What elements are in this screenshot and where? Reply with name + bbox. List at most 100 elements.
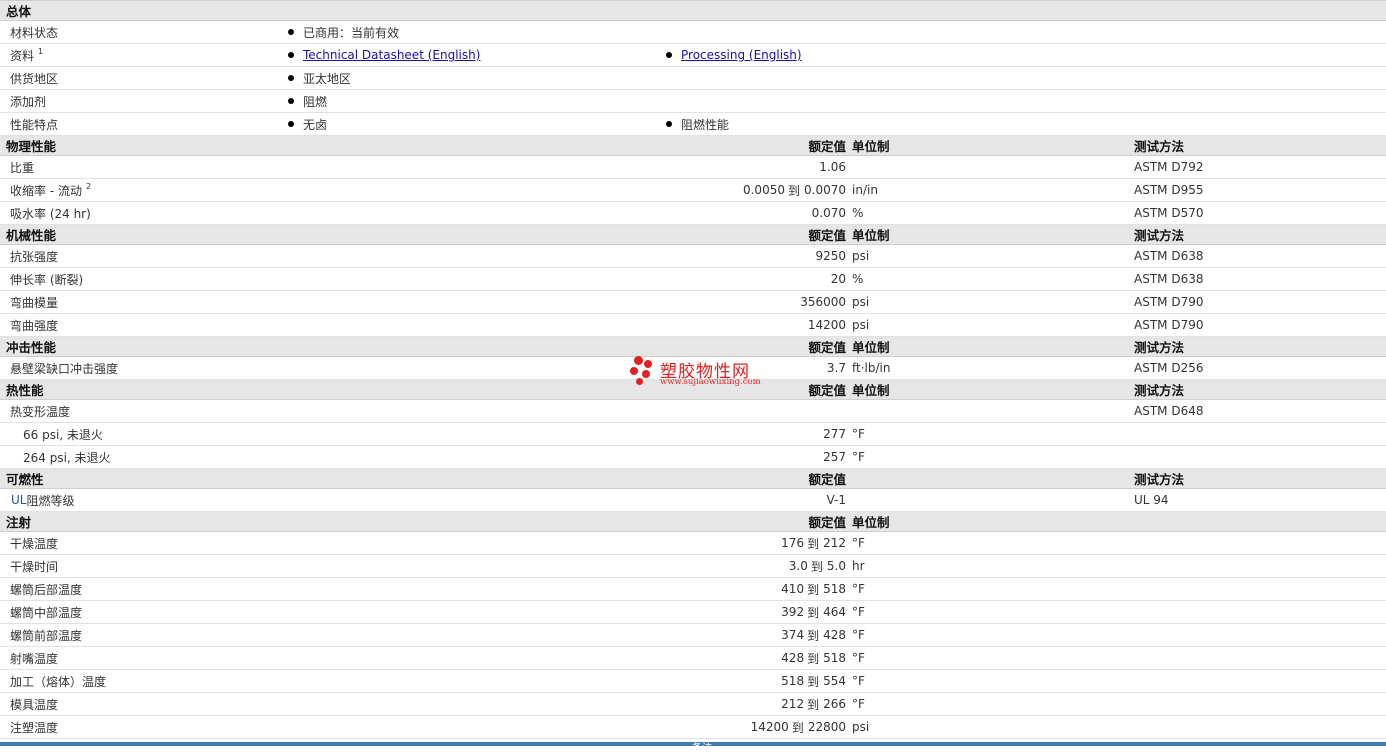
property-row: 吸水率 (24 hr) 0.070% ASTM D570 xyxy=(0,202,1386,225)
property-name: 66 psi, 未退火 xyxy=(23,423,103,445)
range-word: 到 xyxy=(807,674,820,689)
property-row: 螺筒后部温度 410 到 518 °F xyxy=(0,578,1386,601)
general-row: 材料状态 已商用：当前有效 xyxy=(0,21,1386,44)
value-min: 3.7 xyxy=(826,361,846,375)
property-row: 66 psi, 未退火 277 °F xyxy=(0,423,1386,446)
general-item[interactable]: Processing (English) xyxy=(666,44,802,66)
property-row: 干燥温度 176 到 212 °F xyxy=(0,532,1386,555)
section-title: 冲击性能 xyxy=(6,340,57,355)
property-value: 392 到 464 xyxy=(781,601,846,623)
property-name: 干燥温度 xyxy=(10,532,58,554)
property-unit: °F xyxy=(852,674,865,688)
property-value: 257 xyxy=(823,446,846,468)
range-word: 到 xyxy=(810,559,823,574)
value-max: 0.0070 xyxy=(804,183,846,197)
property-label: 弯曲强度 xyxy=(10,318,59,333)
property-value: 3.7 xyxy=(827,357,846,379)
property-name: 264 psi, 未退火 xyxy=(23,446,111,468)
property-name: 供货地区 xyxy=(10,67,58,89)
ul-label: UL xyxy=(11,493,27,507)
test-method: ASTM D570 xyxy=(1134,206,1204,220)
property-value: 277 xyxy=(823,423,846,445)
general-item-text: 阻燃性能 xyxy=(681,117,730,132)
footnote-marker[interactable]: 1 xyxy=(38,47,43,56)
property-value: 0.0050 到 0.0070 xyxy=(743,179,846,201)
test-method: ASTM D256 xyxy=(1134,361,1204,375)
property-label: 材料状态 xyxy=(10,25,59,40)
section-header: 冲击性能 额定值 单位制 测试方法 xyxy=(0,337,1386,357)
property-value: 14200 到 22800 xyxy=(751,716,846,738)
property-unit: °F xyxy=(852,427,865,441)
property-row: 264 psi, 未退火 257 °F xyxy=(0,446,1386,469)
general-item-text: 阻燃 xyxy=(303,94,328,109)
property-name: 注塑温度 xyxy=(10,716,58,738)
general-item: 阻燃 xyxy=(288,90,327,112)
property-name: 螺筒后部温度 xyxy=(10,578,82,600)
property-name: 螺筒中部温度 xyxy=(10,601,82,623)
property-label: 热变形温度 xyxy=(10,404,71,419)
value-max: 22800 xyxy=(807,720,846,734)
property-unit: in/in xyxy=(852,183,878,197)
general-row: 资料 1 Technical Datasheet (English) Processi… xyxy=(0,44,1386,67)
property-value: 14200 xyxy=(808,314,846,336)
property-label: 吸水率 (24 hr) xyxy=(10,206,91,221)
header-value: 额定值 xyxy=(808,472,846,487)
range-word: 到 xyxy=(807,582,820,597)
value-min: 392 xyxy=(781,605,805,619)
header-value: 额定值 xyxy=(808,340,846,355)
document-link[interactable]: Processing (English) xyxy=(681,48,802,62)
property-value: 410 到 518 xyxy=(781,578,846,600)
property-label: 干燥温度 xyxy=(10,536,59,551)
property-row: 热变形温度 ASTM D648 xyxy=(0,400,1386,423)
value-min: 428 xyxy=(781,651,805,665)
test-method: ASTM D638 xyxy=(1134,249,1204,263)
section-title: 机械性能 xyxy=(6,228,57,243)
footnote-marker[interactable]: 2 xyxy=(86,182,91,191)
test-method: ASTM D790 xyxy=(1134,318,1204,332)
property-name: 热变形温度 xyxy=(10,400,70,422)
value-min: 410 xyxy=(781,582,805,596)
property-value: 0.070 xyxy=(812,202,846,224)
property-label: 供货地区 xyxy=(10,71,59,86)
property-value: 20 xyxy=(831,268,846,290)
bullet-icon xyxy=(288,75,294,81)
property-unit: % xyxy=(852,206,864,220)
property-row: 收缩率 - 流动 2 0.0050 到 0.0070 in/in ASTM D955 xyxy=(0,179,1386,202)
test-method: ASTM D648 xyxy=(1134,404,1204,418)
property-name: 加工（熔体）温度 xyxy=(10,670,106,692)
property-name: 材料状态 xyxy=(10,21,58,43)
header-test-method: 测试方法 xyxy=(1134,383,1185,398)
property-label: 螺筒中部温度 xyxy=(10,605,83,620)
property-row: UL 阻燃等级 V-1 UL 94 xyxy=(0,489,1386,512)
range-word: 到 xyxy=(807,605,820,620)
property-label: 资料 xyxy=(10,48,35,63)
header-value: 额定值 xyxy=(808,515,846,530)
property-row: 弯曲强度 14200 psi ASTM D790 xyxy=(0,314,1386,337)
general-item[interactable]: Technical Datasheet (English) xyxy=(288,44,480,66)
property-name: 弯曲强度 xyxy=(10,314,58,336)
general-item: 无卤 xyxy=(288,113,327,135)
property-unit: °F xyxy=(852,697,865,711)
property-unit: psi xyxy=(852,249,870,263)
property-row: 比重 1.06 ASTM D792 xyxy=(0,156,1386,179)
general-item-text: 无卤 xyxy=(303,117,328,132)
footer-bar: 备注 xyxy=(0,742,1386,754)
header-test-method: 测试方法 xyxy=(1134,228,1185,243)
property-name: 模具温度 xyxy=(10,693,58,715)
header-test-method: 测试方法 xyxy=(1134,340,1185,355)
property-unit: °F xyxy=(852,628,865,642)
property-value: 1.06 xyxy=(819,156,846,178)
document-link[interactable]: Technical Datasheet (English) xyxy=(303,48,480,62)
property-unit: psi xyxy=(852,720,870,734)
property-row: 干燥时间 3.0 到 5.0 hr xyxy=(0,555,1386,578)
range-word: 到 xyxy=(807,651,820,666)
property-label: 性能特点 xyxy=(10,117,59,132)
section-title: 注射 xyxy=(6,515,32,530)
property-name: UL 阻燃等级 xyxy=(11,489,74,511)
range-word: 到 xyxy=(787,183,800,198)
value-min: 1.06 xyxy=(819,160,846,174)
footer-label: 备注 xyxy=(692,743,712,754)
property-label: 66 psi, 未退火 xyxy=(23,427,103,442)
value-max: 266 xyxy=(823,697,846,711)
header-unit: 单位制 xyxy=(852,515,890,530)
